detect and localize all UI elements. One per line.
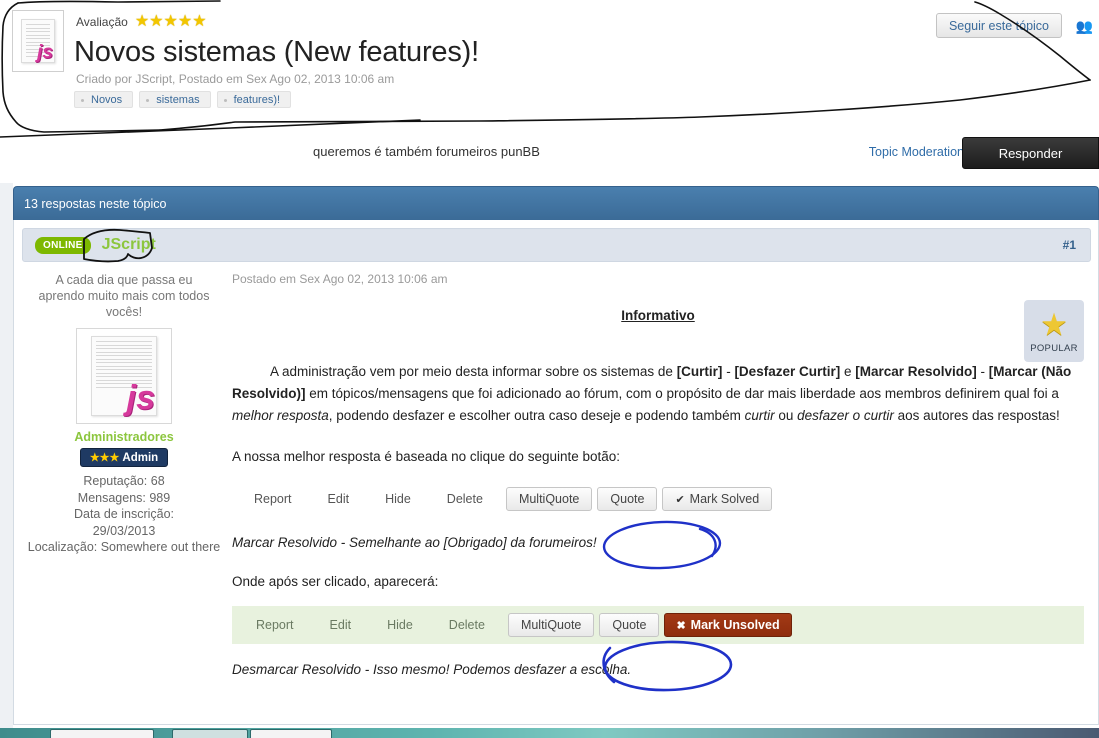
follow-topic-button[interactable]: Seguir este tópico	[935, 13, 1062, 38]
rating-label: Avaliação	[76, 15, 128, 29]
line-best-answer: A nossa melhor resposta é baseada no cli…	[232, 449, 621, 464]
quote-button[interactable]: Quote	[599, 613, 660, 637]
page-title: Novos sistemas (New features)!	[74, 36, 479, 68]
edit-button[interactable]: Edit	[312, 618, 370, 632]
paragraph-span: A administração vem por meio desta infor…	[270, 364, 677, 379]
paragraph-span: , podendo desfazer e escolher outra caso…	[328, 408, 745, 423]
post-content: Postado em Sex Ago 02, 2013 10:06 am ★ P…	[232, 272, 1084, 677]
hide-button[interactable]: Hide	[367, 492, 429, 506]
paragraph-span: em tópicos/mensagens que foi adicionado …	[305, 386, 1059, 401]
content-heading: Informativo	[621, 308, 695, 323]
quote-button[interactable]: Quote	[597, 487, 658, 511]
rating-stars-icon[interactable]: ★★★★★	[135, 14, 207, 30]
check-icon: ✔	[675, 493, 685, 506]
paragraph-span: [Marcar Resolvido]	[855, 364, 977, 379]
paragraph-span: [Desfazer Curtir]	[734, 364, 841, 379]
author-stats: Reputação: 68 Mensagens: 989 Data de ins…	[26, 473, 222, 556]
admin-badge: ★★★ Admin	[79, 448, 169, 467]
report-button[interactable]: Report	[236, 492, 310, 506]
paragraph-span: curtir	[744, 408, 775, 423]
tag-item[interactable]: Novos	[74, 91, 134, 108]
stat-location: Localização: Somewhere out there	[27, 540, 221, 554]
report-button[interactable]: Report	[238, 618, 312, 632]
replies-count-label: 13 respostas neste tópico	[24, 196, 167, 211]
paragraph-span: aos autores das respostas!	[893, 408, 1060, 423]
status-badge: ONLINE	[35, 236, 91, 254]
page-left-gutter	[0, 183, 13, 728]
topic-header: js Avaliação ★★★★★ Novos sistemas (New f…	[0, 0, 1099, 132]
screenshot-root: js Avaliação ★★★★★ Novos sistemas (New f…	[0, 0, 1099, 738]
topic-icon: js	[12, 10, 64, 72]
admin-stars-icon: ★★★	[89, 452, 120, 464]
paragraph-span: [Curtir]	[676, 364, 723, 379]
mark-unsolved-button[interactable]: ✖ Mark Unsolved	[664, 613, 792, 637]
post-user-bar: ONLINE JScript #1	[22, 228, 1091, 262]
hide-button[interactable]: Hide	[369, 618, 431, 632]
post-author-link[interactable]: JScript	[102, 236, 156, 254]
stat-messages: Mensagens: 989	[77, 490, 171, 505]
mark-solved-label: Mark Solved	[689, 492, 760, 506]
js-document-icon: js	[21, 19, 55, 63]
paragraph-span: desfazer o curtir	[797, 408, 894, 423]
popular-badge: ★ POPULAR	[1024, 300, 1084, 362]
stat-joined-label: Data de inscrição:	[73, 507, 175, 521]
js-logo-glyph: js	[126, 379, 155, 417]
paragraph-span: ou	[774, 408, 798, 423]
note-solved: Marcar Resolvido - Semelhante ao [Obriga…	[232, 535, 597, 550]
author-quote: A cada dia que passa eu aprendo muito ma…	[38, 273, 210, 319]
tag-item[interactable]: features)!	[216, 91, 292, 108]
popular-badge-label: POPULAR	[1030, 342, 1078, 354]
delete-button[interactable]: Delete	[429, 492, 501, 506]
post-author-sidebar: A cada dia que passa eu aprendo muito ma…	[26, 272, 222, 556]
star-icon: ★	[1040, 306, 1068, 342]
js-logo-glyph: js	[37, 42, 53, 63]
stat-joined-date: 29/03/2013	[92, 523, 156, 538]
undo-circle-icon: ✖	[676, 619, 686, 632]
post-number[interactable]: #1	[1063, 238, 1076, 252]
paragraph-span: -	[976, 364, 989, 379]
os-taskbar[interactable]	[0, 728, 1099, 738]
replies-count-bar: 13 respostas neste tópico	[13, 186, 1099, 220]
post-toolbar-unsolved: Report Edit Hide Delete MultiQuote Quote…	[232, 606, 1084, 644]
topic-subtitle: Criado por JScript, Postado em Sex Ago 0…	[76, 72, 395, 86]
post-container: ONLINE JScript #1 A cada dia que passa e…	[13, 220, 1099, 725]
stat-reputation: Reputação: 68	[83, 474, 165, 488]
delete-button[interactable]: Delete	[431, 618, 503, 632]
content-paragraph: A administração vem por meio desta infor…	[232, 361, 1084, 427]
avatar[interactable]: js	[76, 328, 172, 424]
mark-solved-button[interactable]: ✔ Mark Solved	[662, 487, 773, 511]
taskbar-item[interactable]	[172, 729, 248, 738]
post-toolbar-solved: Report Edit Hide Delete MultiQuote Quote…	[232, 481, 1084, 517]
taskbar-item[interactable]	[250, 729, 332, 738]
mark-unsolved-label: Mark Unsolved	[690, 618, 780, 632]
topic-moderation-link[interactable]: Topic Moderation	[869, 145, 964, 159]
multiquote-button[interactable]: MultiQuote	[505, 487, 593, 511]
tag-item[interactable]: sistemas	[139, 91, 211, 108]
line-after-click: Onde após ser clicado, aparecerá:	[232, 574, 439, 589]
taskbar-item[interactable]	[50, 729, 154, 738]
reply-button[interactable]: Responder	[962, 137, 1099, 169]
note-unsolved: Desmarcar Resolvido - Isso mesmo! Podemo…	[232, 662, 632, 677]
post-date: Postado em Sex Ago 02, 2013 10:06 am	[232, 272, 448, 286]
paragraph-span: melhor resposta	[232, 408, 329, 423]
members-icon[interactable]: 👥	[1076, 19, 1093, 33]
js-document-icon: js	[91, 336, 157, 416]
paragraph-span: e	[840, 364, 856, 379]
paragraph-span: -	[722, 364, 735, 379]
author-rank: Administradores	[74, 430, 174, 444]
tag-list: Novos sistemas features)!	[74, 91, 292, 108]
edit-button[interactable]: Edit	[310, 492, 368, 506]
rating-row: Avaliação ★★★★★	[76, 14, 207, 30]
multiquote-button[interactable]: MultiQuote	[507, 613, 595, 637]
punbb-note: queremos é também forumeiros punBB	[313, 144, 540, 159]
admin-badge-label: Admin	[122, 451, 159, 464]
